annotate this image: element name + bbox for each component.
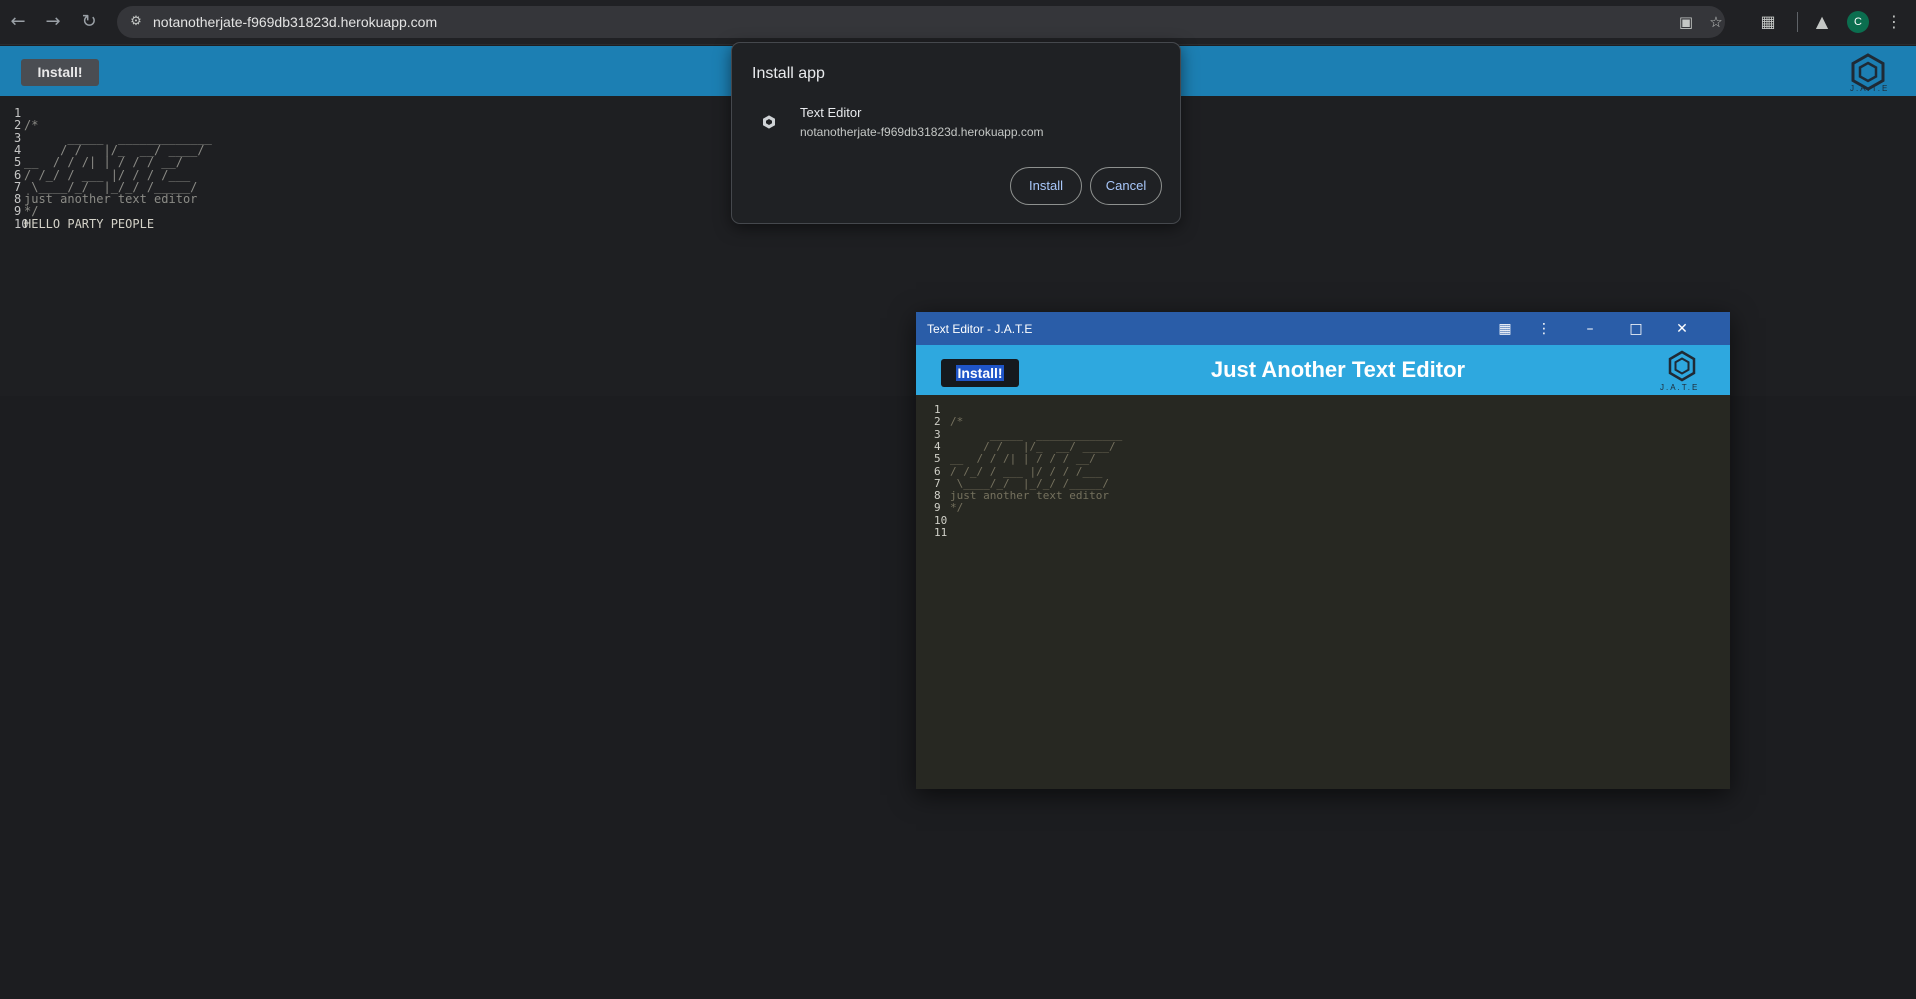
dialog-app-name: Text Editor [800, 105, 862, 120]
line-text[interactable]: just another text editor [950, 489, 1109, 502]
minimize-icon[interactable]: – [1579, 318, 1601, 340]
puzzle-icon[interactable]: ▦ [1494, 318, 1516, 340]
line-number: 10 [14, 216, 29, 231]
pwa-logo-text: J.A.T.E [1660, 383, 1700, 392]
star-icon[interactable]: ☆ [1707, 13, 1725, 31]
line-text[interactable]: just another text editor [24, 192, 197, 206]
dialog-app-url: notanotherjate-f969db31823d.herokuapp.co… [800, 125, 1044, 139]
install-desktop-icon[interactable]: ▣ [1677, 13, 1695, 31]
browser-toolbar: ← → ↻ ⚙ notanotherjate-f969db31823d.hero… [0, 0, 1916, 45]
dialog-title: Install app [752, 65, 825, 82]
kebab-menu-icon[interactable]: ⋮ [1533, 318, 1555, 340]
address-url[interactable]: notanotherjate-f969db31823d.herokuapp.co… [153, 14, 437, 30]
pwa-titlebar[interactable]: Text Editor - J.A.T.E ▦ ⋮ – □ ✕ [916, 312, 1730, 345]
maximize-icon[interactable]: □ [1625, 318, 1647, 340]
profile-avatar[interactable]: C [1847, 11, 1869, 33]
kebab-menu-icon[interactable]: ⋮ [1883, 11, 1905, 33]
tune-icon[interactable]: ⚙ [127, 13, 145, 31]
forward-arrow-icon[interactable]: → [42, 11, 64, 33]
install-app-dialog: Install app Text Editor notanotherjate-f… [731, 42, 1181, 224]
editor-line[interactable]: 10HELLO PARTY PEOPLE [0, 217, 154, 232]
back-arrow-icon[interactable]: ← [7, 11, 29, 33]
dialog-install-button[interactable]: Install [1010, 167, 1082, 205]
line-text[interactable]: HELLO PARTY PEOPLE [24, 217, 154, 231]
page-logo-text: J.A.T.E [1850, 84, 1890, 93]
address-bar[interactable]: ⚙ notanotherjate-f969db31823d.herokuapp.… [117, 6, 1725, 38]
reload-icon[interactable]: ↻ [78, 11, 100, 33]
flask-icon[interactable]: ▲ [1811, 11, 1833, 33]
pwa-header: Install! Just Another Text Editor J.A.T.… [916, 345, 1730, 395]
page-install-button[interactable]: Install! [21, 59, 99, 86]
pwa-code-editor[interactable]: 1 2/* 3 _____ _____________ 4 / / |/_ __/ _… [916, 395, 1730, 789]
line-number: 11 [934, 526, 948, 539]
line-text[interactable]: */ [950, 501, 963, 514]
puzzle-icon[interactable]: ▦ [1757, 11, 1779, 33]
pwa-heading: Just Another Text Editor [1210, 357, 1466, 382]
dialog-cancel-button[interactable]: Cancel [1090, 167, 1162, 205]
pwa-window-title: Text Editor - J.A.T.E [927, 322, 1033, 336]
toolbar-divider [1797, 12, 1798, 32]
close-icon[interactable]: ✕ [1671, 318, 1693, 340]
jate-logo-icon [1668, 350, 1696, 382]
app-icon [763, 115, 775, 129]
editor-line[interactable]: 11 [916, 525, 950, 540]
pwa-window: Text Editor - J.A.T.E ▦ ⋮ – □ ✕ Install!… [916, 312, 1730, 789]
